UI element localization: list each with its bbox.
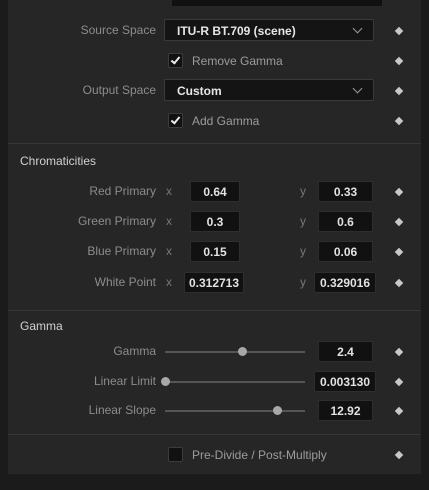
- keyframe-diamond-icon[interactable]: [394, 56, 404, 66]
- output-space-row: Output Space Custom: [8, 76, 421, 106]
- y-axis-label: y: [300, 244, 306, 258]
- source-space-label: Source Space: [80, 23, 156, 37]
- linear-slope-slider-handle[interactable]: [272, 406, 282, 415]
- predivide-row: Pre-Divide / Post-Multiply: [8, 440, 421, 470]
- linear-slope-row: Linear Slope 12.92: [8, 396, 421, 426]
- chevron-down-icon: [352, 23, 363, 34]
- y-axis-label: y: [300, 214, 306, 228]
- linear-limit-slider-handle[interactable]: [160, 377, 170, 386]
- x-axis-label: x: [166, 184, 172, 198]
- y-axis-label: y: [300, 184, 306, 198]
- gamma-row: Gamma 2.4: [8, 337, 421, 367]
- red-primary-label: Red Primary: [89, 184, 156, 198]
- source-space-dropdown[interactable]: ITU-R BT.709 (scene): [164, 19, 374, 41]
- gamma-slider-handle[interactable]: [237, 347, 247, 356]
- keyframe-diamond-icon[interactable]: [394, 278, 404, 288]
- keyframe-diamond-icon[interactable]: [394, 86, 404, 96]
- x-axis-label: x: [166, 275, 172, 289]
- linear-slope-value-field[interactable]: 12.92: [318, 400, 373, 421]
- remove-gamma-checkbox[interactable]: [168, 53, 183, 68]
- keyframe-diamond-icon[interactable]: [394, 450, 404, 460]
- chromaticities-section: Chromaticities Red Primary x 0.64 y 0.33…: [8, 143, 421, 310]
- white-point-row: White Point x 0.312713 y 0.329016: [8, 268, 421, 298]
- blue-primary-x-field[interactable]: 0.15: [190, 241, 240, 262]
- x-axis-label: x: [166, 214, 172, 228]
- source-space-value: ITU-R BT.709 (scene): [177, 24, 296, 38]
- keyframe-diamond-icon[interactable]: [394, 217, 404, 227]
- remove-gamma-row: Remove Gamma: [8, 46, 421, 76]
- color-space-transform-panel: Source Space ITU-R BT.709 (scene) Remove…: [8, 0, 421, 490]
- blue-primary-y-field[interactable]: 0.06: [318, 241, 373, 262]
- linear-limit-row: Linear Limit 0.003130: [8, 367, 421, 397]
- predivide-checkbox[interactable]: [168, 447, 183, 462]
- linear-limit-slider-track[interactable]: [165, 381, 305, 383]
- red-primary-x-field[interactable]: 0.64: [190, 181, 240, 202]
- source-space-row: Source Space ITU-R BT.709 (scene): [8, 16, 421, 46]
- green-primary-row: Green Primary x 0.3 y 0.6: [8, 207, 421, 237]
- red-primary-y-field[interactable]: 0.33: [318, 181, 373, 202]
- x-axis-label: x: [166, 244, 172, 258]
- add-gamma-label: Add Gamma: [192, 114, 260, 128]
- gamma-label: Gamma: [113, 344, 156, 358]
- linear-limit-value-field[interactable]: 0.003130: [314, 371, 376, 392]
- keyframe-diamond-icon[interactable]: [394, 26, 404, 36]
- green-primary-x-field[interactable]: 0.3: [190, 211, 240, 232]
- predivide-section: Pre-Divide / Post-Multiply: [8, 434, 421, 474]
- keyframe-diamond-icon[interactable]: [394, 347, 404, 357]
- white-point-label: White Point: [94, 275, 156, 289]
- linear-limit-label: Linear Limit: [93, 374, 156, 388]
- blue-primary-label: Blue Primary: [87, 244, 156, 258]
- add-gamma-checkbox[interactable]: [168, 113, 183, 128]
- red-primary-row: Red Primary x 0.64 y 0.33: [8, 177, 421, 207]
- remove-gamma-label: Remove Gamma: [192, 54, 283, 68]
- checkmark-icon: [170, 114, 181, 125]
- keyframe-diamond-icon[interactable]: [394, 187, 404, 197]
- gamma-title: Gamma: [20, 319, 63, 333]
- y-axis-label: y: [300, 275, 306, 289]
- predivide-label: Pre-Divide / Post-Multiply: [192, 448, 327, 462]
- output-space-label: Output Space: [82, 83, 156, 97]
- chromaticities-title: Chromaticities: [20, 154, 97, 168]
- white-point-y-field[interactable]: 0.329016: [314, 272, 376, 293]
- top-field-edge: [172, 0, 382, 6]
- panel-bottom-edge: [0, 474, 429, 490]
- keyframe-diamond-icon[interactable]: [394, 377, 404, 387]
- white-point-x-field[interactable]: 0.312713: [184, 272, 244, 293]
- output-space-value: Custom: [177, 84, 222, 98]
- gamma-section: Gamma Gamma 2.4 Linear Limit 0.003130 Li…: [8, 310, 421, 434]
- green-primary-y-field[interactable]: 0.6: [318, 211, 373, 232]
- linear-slope-slider-track[interactable]: [165, 410, 305, 412]
- linear-slope-label: Linear Slope: [88, 403, 156, 417]
- checkmark-icon: [170, 54, 181, 65]
- green-primary-label: Green Primary: [77, 214, 156, 228]
- chevron-down-icon: [352, 83, 363, 94]
- keyframe-diamond-icon[interactable]: [394, 116, 404, 126]
- keyframe-diamond-icon[interactable]: [394, 406, 404, 416]
- blue-primary-row: Blue Primary x 0.15 y 0.06: [8, 237, 421, 267]
- add-gamma-row: Add Gamma: [8, 106, 421, 136]
- keyframe-diamond-icon[interactable]: [394, 247, 404, 257]
- output-space-dropdown[interactable]: Custom: [164, 79, 374, 101]
- gamma-value-field[interactable]: 2.4: [318, 341, 373, 362]
- gamma-slider-track[interactable]: [165, 351, 305, 353]
